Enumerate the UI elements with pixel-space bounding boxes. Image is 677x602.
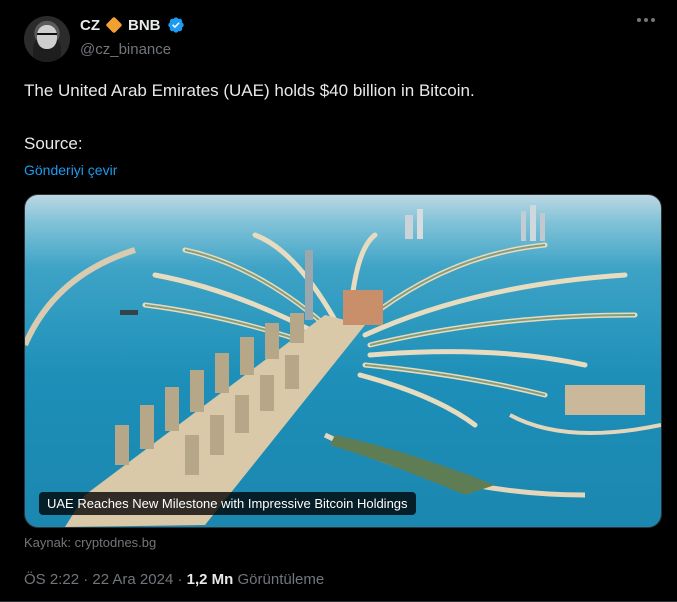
- views-count[interactable]: 1,2 Mn: [187, 571, 234, 588]
- link-card[interactable]: UAE Reaches New Milestone with Impressiv…: [24, 194, 662, 528]
- tweet-source-label: Source:: [24, 134, 83, 153]
- author-badge-text[interactable]: BNB: [128, 17, 161, 34]
- more-options-icon[interactable]: [637, 18, 655, 22]
- meta-separator: ·: [177, 571, 183, 588]
- verified-badge-icon: [167, 17, 184, 33]
- tweet-text: The United Arab Emirates (UAE) holds $40…: [24, 81, 475, 100]
- card-source[interactable]: Kaynak: cryptodnes.bg: [24, 535, 156, 550]
- tweet-time[interactable]: ÖS 2:22: [24, 571, 79, 588]
- meta-separator: ·: [83, 571, 89, 588]
- bnb-diamond-icon: [105, 16, 123, 34]
- author-name-row[interactable]: CZ BNB: [80, 16, 185, 34]
- translate-post-link[interactable]: Gönderiyi çevir: [24, 162, 117, 178]
- avatar-glasses: [37, 33, 57, 39]
- avatar[interactable]: [24, 16, 70, 62]
- card-image: [25, 205, 661, 527]
- tweet-meta: ÖS 2:22 · 22 Ara 2024 · 1,2 Mn Görüntüle…: [24, 571, 324, 588]
- views-label: Görüntüleme: [237, 571, 325, 588]
- tweet-date[interactable]: 22 Ara 2024: [92, 571, 173, 588]
- card-caption: UAE Reaches New Milestone with Impressiv…: [39, 492, 416, 515]
- author-name[interactable]: CZ: [80, 17, 100, 34]
- author-handle[interactable]: @cz_binance: [80, 41, 171, 58]
